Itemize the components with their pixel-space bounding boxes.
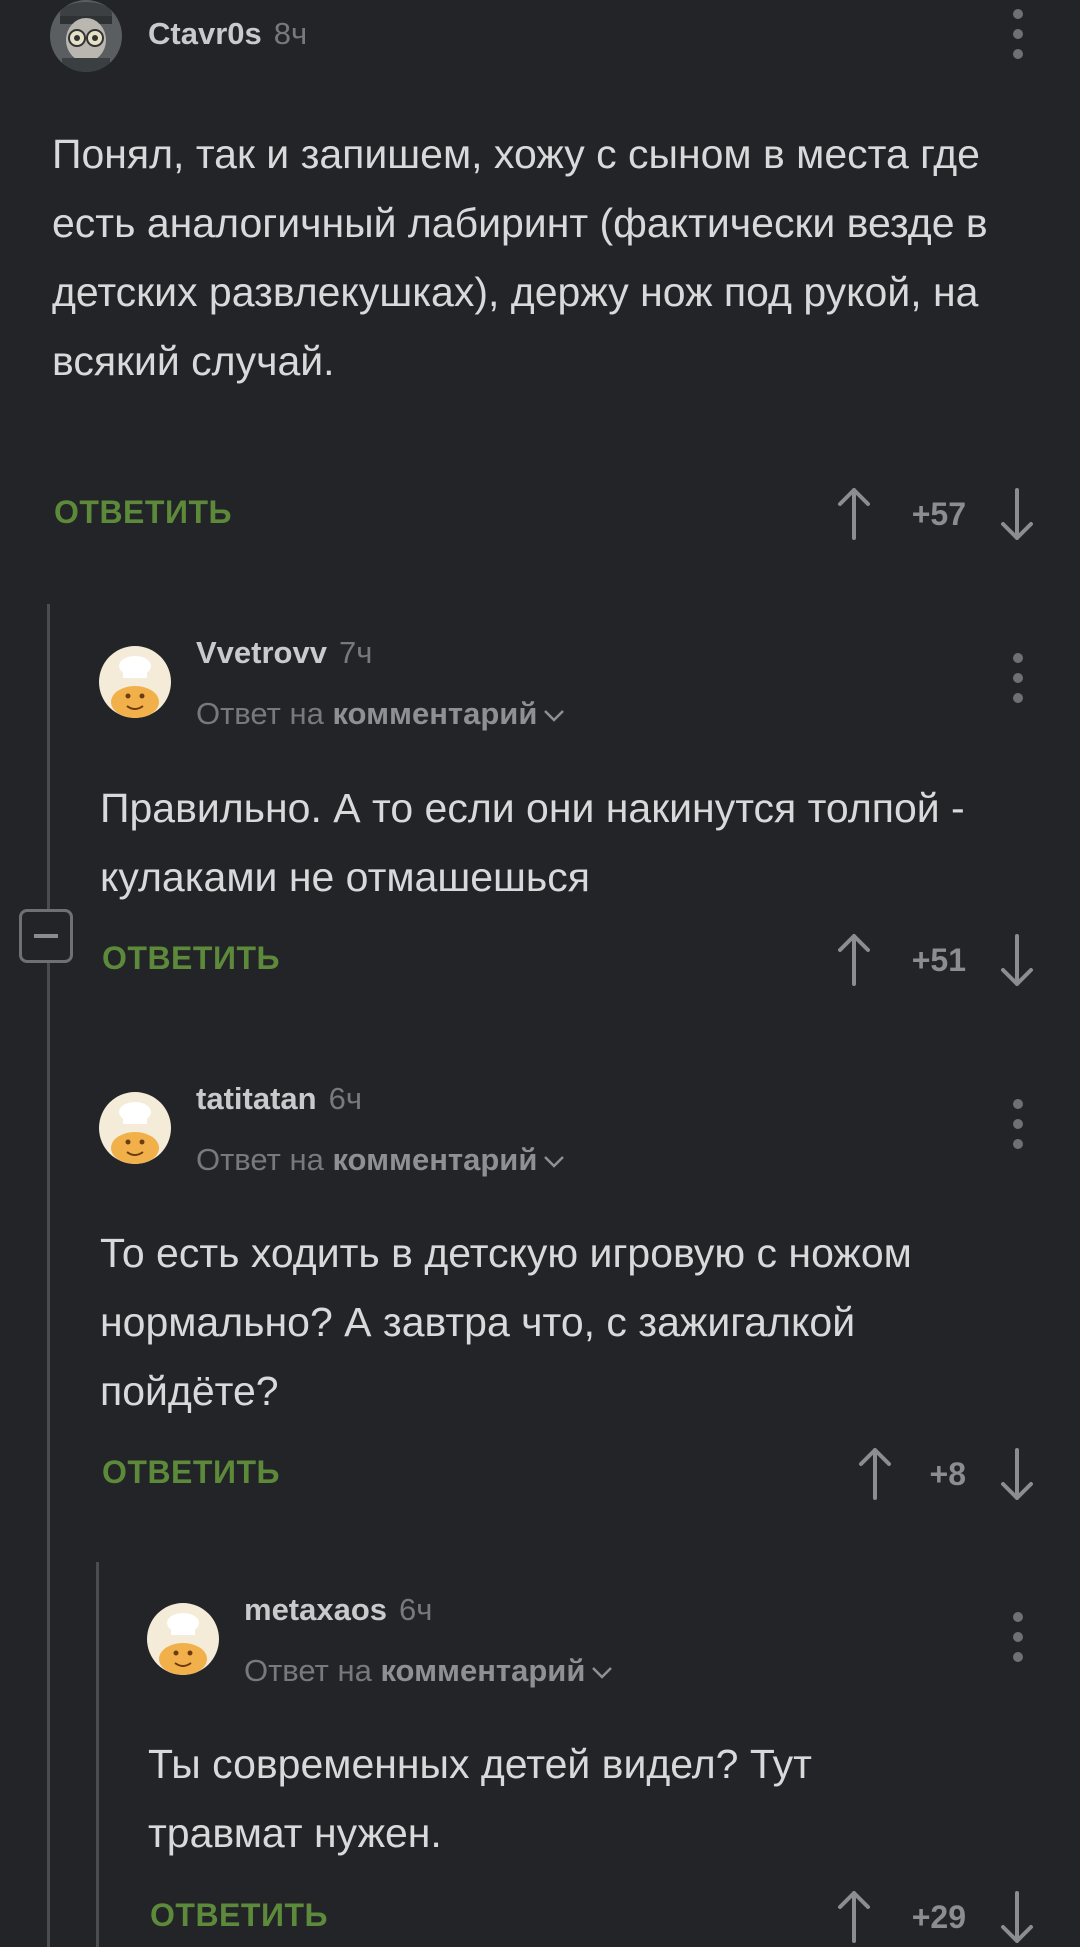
score: +29 [911,1899,966,1935]
reply-to-target[interactable]: комментарий [380,1653,585,1688]
thread-line-nested [96,1562,99,1947]
minus-icon [34,934,58,938]
reply-to-prefix: Ответ на [196,1142,324,1177]
avatar[interactable] [147,1603,219,1675]
downvote-icon[interactable] [997,932,1037,988]
comment-author[interactable]: metaxaos 6ч [244,1592,432,1628]
thread-line [47,604,50,1947]
reply-to-link[interactable]: Ответ на комментарий [244,1653,613,1689]
avatar[interactable] [99,646,171,718]
chevron-down-icon [544,1155,565,1168]
reply-to-target[interactable]: комментарий [332,1142,537,1177]
chef-avatar-icon [99,1092,171,1164]
timestamp: 8ч [273,16,308,51]
chevron-down-icon [592,1666,613,1679]
more-options-icon[interactable] [998,648,1038,708]
score: +51 [911,942,966,978]
timestamp: 6ч [399,1592,433,1627]
reply-button[interactable]: ОТВЕТИТЬ [150,1897,328,1934]
reply-to-prefix: Ответ на [196,696,324,731]
comment-text: Понял, так и запишем, хожу с сыном в мес… [52,131,988,384]
reply-to-target[interactable]: комментарий [332,696,537,731]
comment-text: То есть ходить в детскую игровую с ножом… [100,1230,912,1414]
chef-avatar-icon [147,1603,219,1675]
username[interactable]: metaxaos [244,1592,387,1627]
upvote-icon[interactable] [834,1889,874,1945]
reply-to-link[interactable]: Ответ на комментарий [196,696,565,732]
avatar[interactable] [99,1092,171,1164]
timestamp: 6ч [328,1081,362,1116]
chevron-down-icon [544,709,565,722]
collapse-thread-button[interactable] [19,909,73,963]
chef-avatar-icon [99,646,171,718]
comments-page: Ctavr0s 8ч Понял, так и запишем, хожу с с… [0,0,1080,1947]
score: +57 [911,496,966,532]
reply-to-prefix: Ответ на [244,1653,372,1688]
reply-button[interactable]: ОТВЕТИТЬ [54,494,232,531]
more-options-icon[interactable] [998,1094,1038,1154]
downvote-icon[interactable] [997,1889,1037,1945]
downvote-icon[interactable] [997,486,1037,542]
comment-author[interactable]: Vvetrovv 7ч [196,635,372,671]
more-options-icon[interactable] [998,4,1038,64]
username[interactable]: Ctavr0s [148,16,262,51]
downvote-icon[interactable] [997,1446,1037,1502]
comment-text: Ты современных детей видел? Тут травмат … [148,1741,812,1856]
user-avatar-icon [50,0,122,72]
comment-author[interactable]: tatitatan 6ч [196,1081,362,1117]
username[interactable]: tatitatan [196,1081,317,1116]
reply-button[interactable]: ОТВЕТИТЬ [102,940,280,977]
username[interactable]: Vvetrovv [196,635,327,670]
avatar[interactable] [50,0,122,72]
more-options-icon[interactable] [998,1607,1038,1667]
timestamp: 7ч [338,635,373,670]
reply-to-link[interactable]: Ответ на комментарий [196,1142,565,1178]
comment-author[interactable]: Ctavr0s 8ч [148,16,307,52]
upvote-icon[interactable] [834,932,874,988]
score: +8 [929,1456,966,1492]
upvote-icon[interactable] [834,486,874,542]
reply-button[interactable]: ОТВЕТИТЬ [102,1454,280,1491]
comment-text: Правильно. А то если они накинутся толпо… [100,785,965,900]
